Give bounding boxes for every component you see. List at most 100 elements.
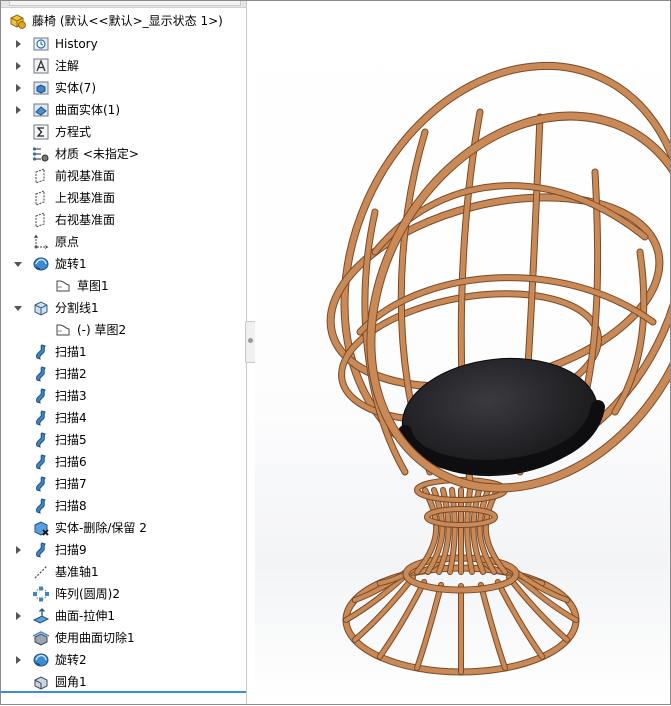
tree-item-label: 分割线1: [55, 301, 99, 315]
tree-item-label: 材质 <未指定>: [55, 147, 139, 161]
tree-item[interactable]: 实体-删除/保留 2: [1, 517, 246, 539]
tree-item-label: 曲面实体(1): [55, 103, 120, 117]
expand-chevron-icon[interactable]: [13, 545, 23, 555]
tree-item-label: 右视基准面: [55, 213, 116, 227]
tree-item-label: 扫描3: [55, 389, 87, 403]
tree-item-label: 实体(7): [55, 81, 96, 95]
tree-item[interactable]: 扫描2: [1, 363, 246, 385]
sweep-icon: [36, 498, 46, 514]
origin-icon: [34, 234, 49, 249]
sketch-icon: [56, 324, 70, 336]
tree-item[interactable]: 方程式: [1, 121, 246, 143]
tree-item[interactable]: 材质 <未指定>: [1, 143, 246, 165]
collapse-chevron-icon[interactable]: [13, 303, 23, 313]
tree-item-label: 扫描1: [55, 345, 87, 359]
tree-item-label: 使用曲面切除1: [55, 631, 135, 645]
expand-chevron-icon[interactable]: [13, 655, 23, 665]
tree-item[interactable]: 原点: [1, 231, 246, 253]
tree-item-label: 扫描2: [55, 367, 87, 381]
tree-item-label: 扫描4: [55, 411, 87, 425]
revolve-icon: [33, 653, 49, 667]
tree-item[interactable]: 使用曲面切除1: [1, 627, 246, 649]
expand-chevron-icon[interactable]: [13, 105, 23, 115]
tree-item[interactable]: 曲面-拉伸1: [1, 605, 246, 627]
tree-item[interactable]: 扫描8: [1, 495, 246, 517]
tree-item[interactable]: 扫描4: [1, 407, 246, 429]
axis-icon: [34, 565, 48, 579]
tree-item-label: (-) 草图2: [77, 323, 127, 337]
tree-item[interactable]: History: [1, 33, 246, 55]
graphics-viewport[interactable]: [255, 2, 671, 703]
tree-item-label: 扫描5: [55, 433, 87, 447]
tree-item[interactable]: 实体(7): [1, 77, 246, 99]
expand-chevron-icon[interactable]: [13, 39, 23, 49]
tree-item-label: 上视基准面: [55, 191, 116, 205]
tree-item[interactable]: 草图1: [1, 275, 246, 297]
tree-item-label: 曲面-拉伸1: [55, 609, 115, 623]
tree-item[interactable]: 阵列(圆周)2: [1, 583, 246, 605]
history-icon: [33, 37, 49, 51]
tree-item[interactable]: 扫描5: [1, 429, 246, 451]
app-window: 藤椅 (默认<<默认>_显示状态 1>) History 注解实体(7) 曲面实体(…: [0, 0, 671, 705]
base-spoke: [478, 582, 507, 670]
tree-item[interactable]: 扫描9: [1, 539, 246, 561]
surface-bodies-icon: [33, 103, 49, 117]
sketch-icon: [56, 280, 70, 292]
split-line-icon: [34, 301, 48, 316]
tree-top-bar: [1, 1, 246, 8]
sweep-icon: [36, 366, 46, 382]
plane-icon: [35, 190, 45, 206]
expand-chevron-icon[interactable]: [13, 61, 23, 71]
tree-item[interactable]: 曲面实体(1): [1, 99, 246, 121]
tree-item[interactable]: 圆角1: [1, 671, 246, 693]
expand-chevron-icon[interactable]: [13, 611, 23, 621]
surface-extrude-icon: [32, 608, 50, 624]
sweep-icon: [36, 344, 46, 360]
tree-item[interactable]: 旋转1: [1, 253, 246, 275]
tree-item[interactable]: 旋转2: [1, 649, 246, 671]
tree-item[interactable]: 前视基准面: [1, 165, 246, 187]
tree-item[interactable]: 上视基准面: [1, 187, 246, 209]
shell-cross-rib-shadow: [371, 182, 649, 256]
tree-item[interactable]: (-) 草图2: [1, 319, 246, 341]
tree-item[interactable]: 扫描1: [1, 341, 246, 363]
annotations-icon: [33, 58, 49, 74]
equations-icon: [33, 124, 49, 140]
tree-item[interactable]: 基准轴1: [1, 561, 246, 583]
tree-root-part[interactable]: 藤椅 (默认<<默认>_显示状态 1>): [1, 10, 246, 32]
feature-manager-tree[interactable]: 藤椅 (默认<<默认>_显示状态 1>) History 注解实体(7) 曲面实体(…: [1, 1, 247, 704]
tree-item-label: 注解: [55, 59, 80, 73]
expand-chevron-icon[interactable]: [13, 83, 23, 93]
tree-item-label: 扫描7: [55, 477, 87, 491]
chair-model-render: [326, 61, 671, 676]
sweep-icon: [36, 542, 46, 558]
material-icon: [32, 147, 49, 162]
plane-icon: [35, 212, 45, 228]
sweep-icon: [36, 410, 46, 426]
tree-item-label: 扫描8: [55, 499, 87, 513]
sweep-icon: [36, 432, 46, 448]
sweep-icon: [36, 454, 46, 470]
tree-item[interactable]: 扫描6: [1, 451, 246, 473]
part-icon: [10, 14, 26, 29]
fillet-icon: [34, 676, 48, 690]
tree-item[interactable]: 扫描3: [1, 385, 246, 407]
revolve-icon: [33, 257, 49, 271]
sweep-icon: [36, 388, 46, 404]
tree-item[interactable]: 注解: [1, 55, 246, 77]
tree-item-label: History: [55, 37, 98, 51]
solid-bodies-icon: [33, 81, 49, 95]
tree-item-label: 旋转1: [55, 257, 87, 271]
delete-body-icon: [34, 521, 49, 536]
tree-item-label: 草图1: [77, 279, 109, 293]
plane-icon: [35, 168, 45, 184]
tree-item[interactable]: 分割线1: [1, 297, 246, 319]
tree-item-label: 圆角1: [55, 675, 87, 689]
root-part-label: 藤椅 (默认<<默认>_显示状态 1>): [32, 14, 223, 28]
tree-item-label: 阵列(圆周)2: [55, 587, 120, 601]
tree-item[interactable]: 右视基准面: [1, 209, 246, 231]
tree-item-label: 原点: [55, 235, 80, 249]
base-spoke: [415, 582, 444, 670]
tree-item[interactable]: 扫描7: [1, 473, 246, 495]
collapse-chevron-icon[interactable]: [13, 259, 23, 269]
